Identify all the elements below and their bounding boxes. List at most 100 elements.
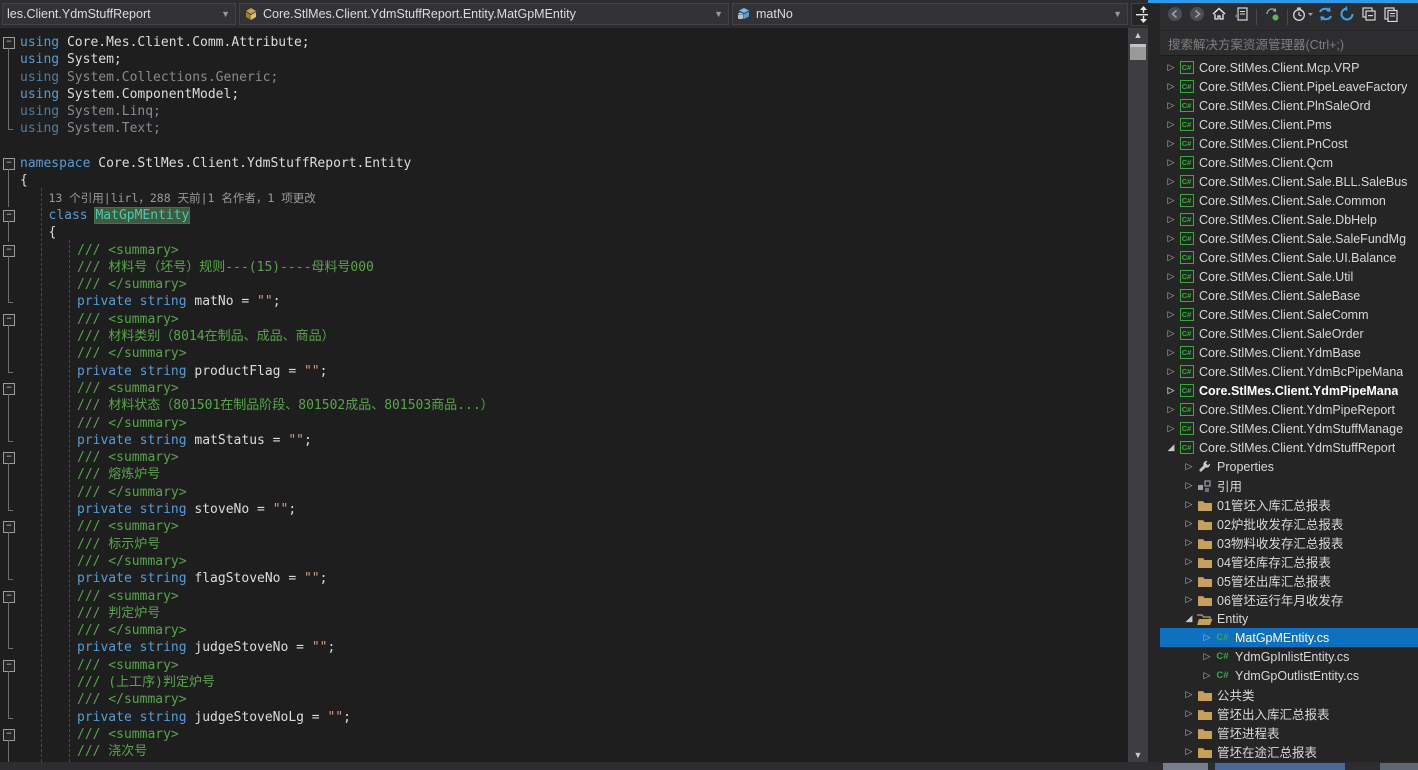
tree-item[interactable]: ▷05管坯出库汇总报表: [1160, 571, 1418, 590]
chevron-collapsed-icon[interactable]: ▷: [1200, 670, 1214, 681]
tree-item[interactable]: ▷02炉批收发存汇总报表: [1160, 514, 1418, 533]
tree-item[interactable]: ▷C#Core.StlMes.Client.SaleOrder: [1160, 324, 1418, 343]
chevron-collapsed-icon[interactable]: ▷: [1182, 537, 1196, 548]
sync-active-document-button[interactable]: [1230, 6, 1252, 28]
forward-button[interactable]: [1186, 6, 1208, 28]
tree-item[interactable]: ▷C#Core.StlMes.Client.SaleComm: [1160, 305, 1418, 324]
outlining-collapse-icon[interactable]: [0, 726, 20, 743]
tree-item[interactable]: ▷01管坯入库汇总报表: [1160, 495, 1418, 514]
properties-button[interactable]: [1380, 6, 1402, 28]
chevron-collapsed-icon[interactable]: ▷: [1164, 309, 1178, 320]
type-dropdown[interactable]: Core.StlMes.Client.YdmStuffReport.Entity…: [239, 3, 729, 25]
collapse-all-button[interactable]: [1358, 6, 1380, 28]
tree-item[interactable]: ▷C#Core.StlMes.Client.Pms: [1160, 115, 1418, 134]
pending-changes-filter-button[interactable]: [1292, 6, 1314, 28]
chevron-collapsed-icon[interactable]: ▷: [1164, 366, 1178, 377]
outlining-collapse-icon[interactable]: [0, 311, 20, 328]
refresh-button[interactable]: [1314, 6, 1336, 28]
tree-item[interactable]: ▷C#Core.StlMes.Client.Sale.BLL.SaleBus: [1160, 172, 1418, 191]
tree-item[interactable]: ▷C#Core.StlMes.Client.YdmStuffManage: [1160, 419, 1418, 438]
tree-item[interactable]: ▷C#Core.StlMes.Client.PnCost: [1160, 134, 1418, 153]
tree-item[interactable]: ▷公共类: [1160, 685, 1418, 704]
tree-item[interactable]: ▷03物料收发存汇总报表: [1160, 533, 1418, 552]
tree-item[interactable]: ▷管坯在途汇总报表: [1160, 742, 1418, 761]
tree-item[interactable]: ▷04管坯库存汇总报表: [1160, 552, 1418, 571]
tree-item[interactable]: ▷Properties: [1160, 457, 1418, 476]
tree-item[interactable]: ▷C#Core.StlMes.Client.Qcm: [1160, 153, 1418, 172]
chevron-collapsed-icon[interactable]: ▷: [1164, 385, 1178, 396]
chevron-collapsed-icon[interactable]: ▷: [1164, 119, 1178, 130]
chevron-collapsed-icon[interactable]: ▷: [1182, 556, 1196, 567]
chevron-collapsed-icon[interactable]: ▷: [1164, 290, 1178, 301]
outlining-collapse-icon[interactable]: [0, 34, 20, 51]
home-button[interactable]: [1208, 6, 1230, 28]
outlining-collapse-icon[interactable]: [0, 588, 20, 605]
tree-item[interactable]: ▷C#YdmGpOutlistEntity.cs: [1160, 666, 1418, 685]
chevron-collapsed-icon[interactable]: ▷: [1164, 328, 1178, 339]
chevron-collapsed-icon[interactable]: ▷: [1164, 157, 1178, 168]
chevron-collapsed-icon[interactable]: ▷: [1182, 518, 1196, 529]
tree-item[interactable]: ▷C#YdmGpInlistEntity.cs: [1160, 647, 1418, 666]
chevron-collapsed-icon[interactable]: ▷: [1164, 138, 1178, 149]
tree-item[interactable]: ▷C#Core.StlMes.Client.PipeLeaveFactory: [1160, 77, 1418, 96]
chevron-collapsed-icon[interactable]: ▷: [1164, 214, 1178, 225]
tree-item[interactable]: ▷引用: [1160, 476, 1418, 495]
solution-explorer-search-input[interactable]: 搜索解决方案资源管理器(Ctrl+;): [1160, 31, 1418, 56]
chevron-expanded-icon[interactable]: ◢: [1164, 442, 1178, 453]
outlining-collapse-icon[interactable]: [0, 242, 20, 259]
outlining-collapse-icon[interactable]: [0, 380, 20, 397]
chevron-collapsed-icon[interactable]: ▷: [1164, 100, 1178, 111]
tree-item[interactable]: ▷C#Core.StlMes.Client.Sale.SaleFundMg: [1160, 229, 1418, 248]
tree-item[interactable]: ▷C#Core.StlMes.Client.YdmBcPipeMana: [1160, 362, 1418, 381]
scroll-down-icon[interactable]: ▼: [1128, 748, 1148, 762]
tree-item[interactable]: ◢C#Core.StlMes.Client.YdmStuffReport: [1160, 438, 1418, 457]
tree-item[interactable]: ▷C#Core.StlMes.Client.Sale.Util: [1160, 267, 1418, 286]
tree-item[interactable]: ◢Entity: [1160, 609, 1418, 628]
tree-item[interactable]: ▷C#Core.StlMes.Client.Sale.UI.Balance: [1160, 248, 1418, 267]
tree-item[interactable]: ▷C#Core.StlMes.Client.YdmPipeMana: [1160, 381, 1418, 400]
back-button[interactable]: [1164, 6, 1186, 28]
tree-item[interactable]: ▷C#MatGpMEntity.cs: [1160, 628, 1418, 647]
chevron-collapsed-icon[interactable]: ▷: [1200, 632, 1214, 643]
chevron-collapsed-icon[interactable]: ▷: [1164, 347, 1178, 358]
chevron-collapsed-icon[interactable]: ▷: [1164, 271, 1178, 282]
chevron-collapsed-icon[interactable]: ▷: [1200, 651, 1214, 662]
chevron-collapsed-icon[interactable]: ▷: [1164, 233, 1178, 244]
chevron-collapsed-icon[interactable]: ▷: [1182, 461, 1196, 472]
outlining-collapse-icon[interactable]: [0, 155, 20, 172]
tree-item[interactable]: ▷C#Core.StlMes.Client.Sale.DbHelp: [1160, 210, 1418, 229]
chevron-collapsed-icon[interactable]: ▷: [1164, 404, 1178, 415]
chevron-collapsed-icon[interactable]: ▷: [1164, 423, 1178, 434]
chevron-collapsed-icon[interactable]: ▷: [1164, 252, 1178, 263]
chevron-collapsed-icon[interactable]: ▷: [1182, 499, 1196, 510]
outlining-collapse-icon[interactable]: [0, 449, 20, 466]
project-dropdown[interactable]: les.Client.YdmStuffReport ▼: [2, 3, 236, 25]
chevron-collapsed-icon[interactable]: ▷: [1182, 746, 1196, 757]
outlining-collapse-icon[interactable]: [0, 518, 20, 535]
tree-item[interactable]: ▷C#Core.StlMes.Client.YdmBase: [1160, 343, 1418, 362]
chevron-collapsed-icon[interactable]: ▷: [1182, 575, 1196, 586]
tree-item[interactable]: ▷C#Core.StlMes.Client.Mcp.VRP: [1160, 58, 1418, 77]
chevron-collapsed-icon[interactable]: ▷: [1182, 480, 1196, 491]
tree-item[interactable]: ▷管坯出入库汇总报表: [1160, 704, 1418, 723]
chevron-collapsed-icon[interactable]: ▷: [1164, 81, 1178, 92]
code-editor[interactable]: using Core.Mes.Client.Comm.Attribute;usi…: [0, 28, 1128, 762]
chevron-collapsed-icon[interactable]: ▷: [1182, 594, 1196, 605]
outlining-collapse-icon[interactable]: [0, 207, 20, 224]
tree-item[interactable]: ▷C#Core.StlMes.Client.SaleBase: [1160, 286, 1418, 305]
editor-vertical-scrollbar[interactable]: ▲ ▼: [1128, 28, 1148, 762]
member-dropdown[interactable]: matNo ▼: [732, 3, 1128, 25]
tree-item[interactable]: ▷C#Core.StlMes.Client.PlnSaleOrd: [1160, 96, 1418, 115]
tree-item[interactable]: ▷C#Core.StlMes.Client.YdmPipeReport: [1160, 400, 1418, 419]
tree-item[interactable]: ▷管坯进程表: [1160, 723, 1418, 742]
outlining-collapse-icon[interactable]: [0, 657, 20, 674]
chevron-collapsed-icon[interactable]: ▷: [1182, 689, 1196, 700]
scroll-up-icon[interactable]: ▲: [1128, 28, 1148, 42]
tree-item[interactable]: ▷C#Core.StlMes.Client.Sale.Common: [1160, 191, 1418, 210]
chevron-expanded-icon[interactable]: ◢: [1182, 613, 1196, 624]
tree-item[interactable]: ▷06管坯运行年月收发存: [1160, 590, 1418, 609]
chevron-collapsed-icon[interactable]: ▷: [1182, 708, 1196, 719]
codelens-info[interactable]: 13 个引用|lirl，288 天前|1 名作者，1 项更改: [49, 191, 316, 205]
chevron-collapsed-icon[interactable]: ▷: [1182, 727, 1196, 738]
chevron-collapsed-icon[interactable]: ▷: [1164, 195, 1178, 206]
